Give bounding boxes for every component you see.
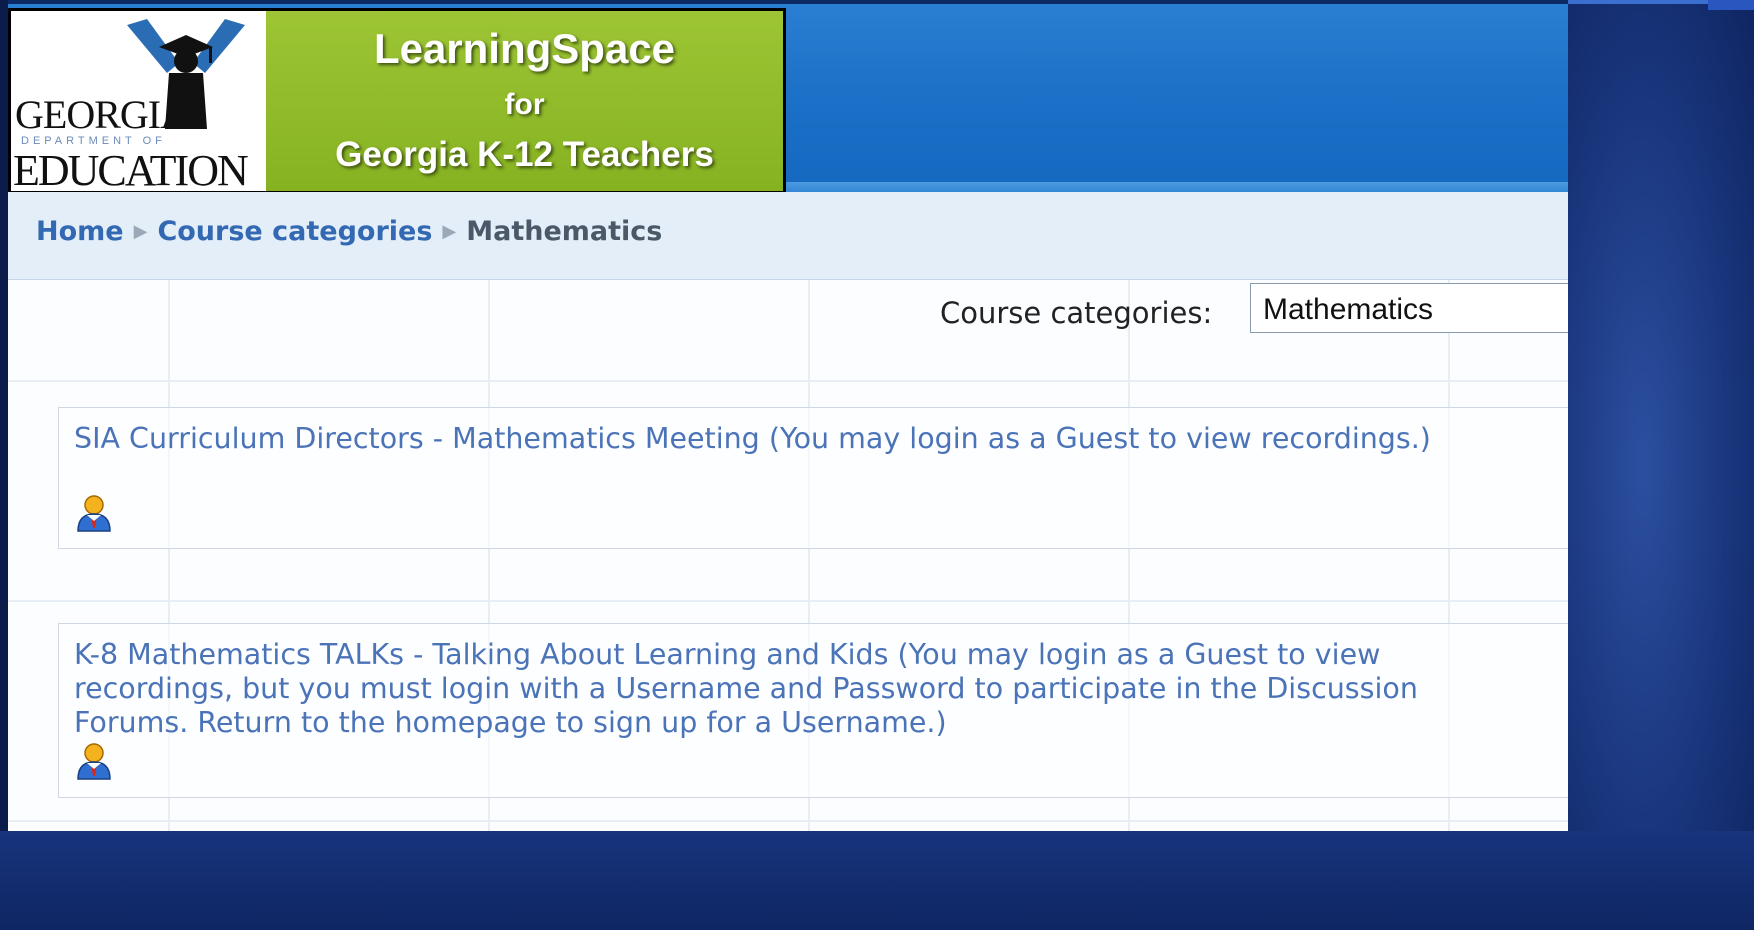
course-categories-select[interactable]: Mathematics	[1250, 283, 1568, 333]
breadcrumb-home-link[interactable]: Home	[36, 216, 124, 247]
logo-georgia-text: GEORGIA	[15, 92, 189, 137]
slide-frame-right	[1568, 0, 1754, 930]
logo-education-text: EDUCATION	[13, 146, 249, 194]
course-item: SIA Curriculum Directors - Mathematics M…	[58, 407, 1568, 549]
course-item: K-8 Mathematics TALKs - Talking About Le…	[58, 623, 1568, 798]
breadcrumb-separator-icon: ▶	[133, 221, 148, 242]
course-link[interactable]: K-8 Mathematics TALKs - Talking About Le…	[74, 638, 1534, 740]
breadcrumb-categories-link[interactable]: Course categories	[157, 216, 432, 247]
guest-user-icon[interactable]	[75, 494, 113, 532]
breadcrumb-separator-icon: ▶	[442, 221, 457, 242]
navigation-bar: Home ▶ Course categories ▶ Mathematics	[8, 192, 1568, 280]
gadoe-logo: GEORGIA DEPARTMENT OF EDUCATION	[11, 11, 266, 191]
main-content: Course categories: Mathematics SIA Curri…	[8, 280, 1568, 831]
banner-audience: Georgia K-12 Teachers	[335, 135, 714, 174]
course-categories-label: Course categories:	[940, 296, 1213, 330]
site-logo[interactable]: GEORGIA DEPARTMENT OF EDUCATION Learning…	[8, 8, 786, 194]
breadcrumb-current: Mathematics	[466, 216, 663, 247]
course-link[interactable]: SIA Curriculum Directors - Mathematics M…	[74, 422, 1534, 456]
slide-frame-edge-highlight	[1708, 0, 1754, 10]
banner-title: LearningSpace	[373, 25, 676, 72]
slide-frame-bottom	[0, 831, 1754, 930]
breadcrumb: Home ▶ Course categories ▶ Mathematics	[36, 216, 662, 247]
banner-for: for	[504, 88, 545, 121]
guest-user-icon[interactable]	[75, 742, 113, 780]
slide-frame-left	[0, 0, 8, 831]
learningspace-banner: LearningSpace for Georgia K-12 Teachers	[266, 11, 783, 191]
